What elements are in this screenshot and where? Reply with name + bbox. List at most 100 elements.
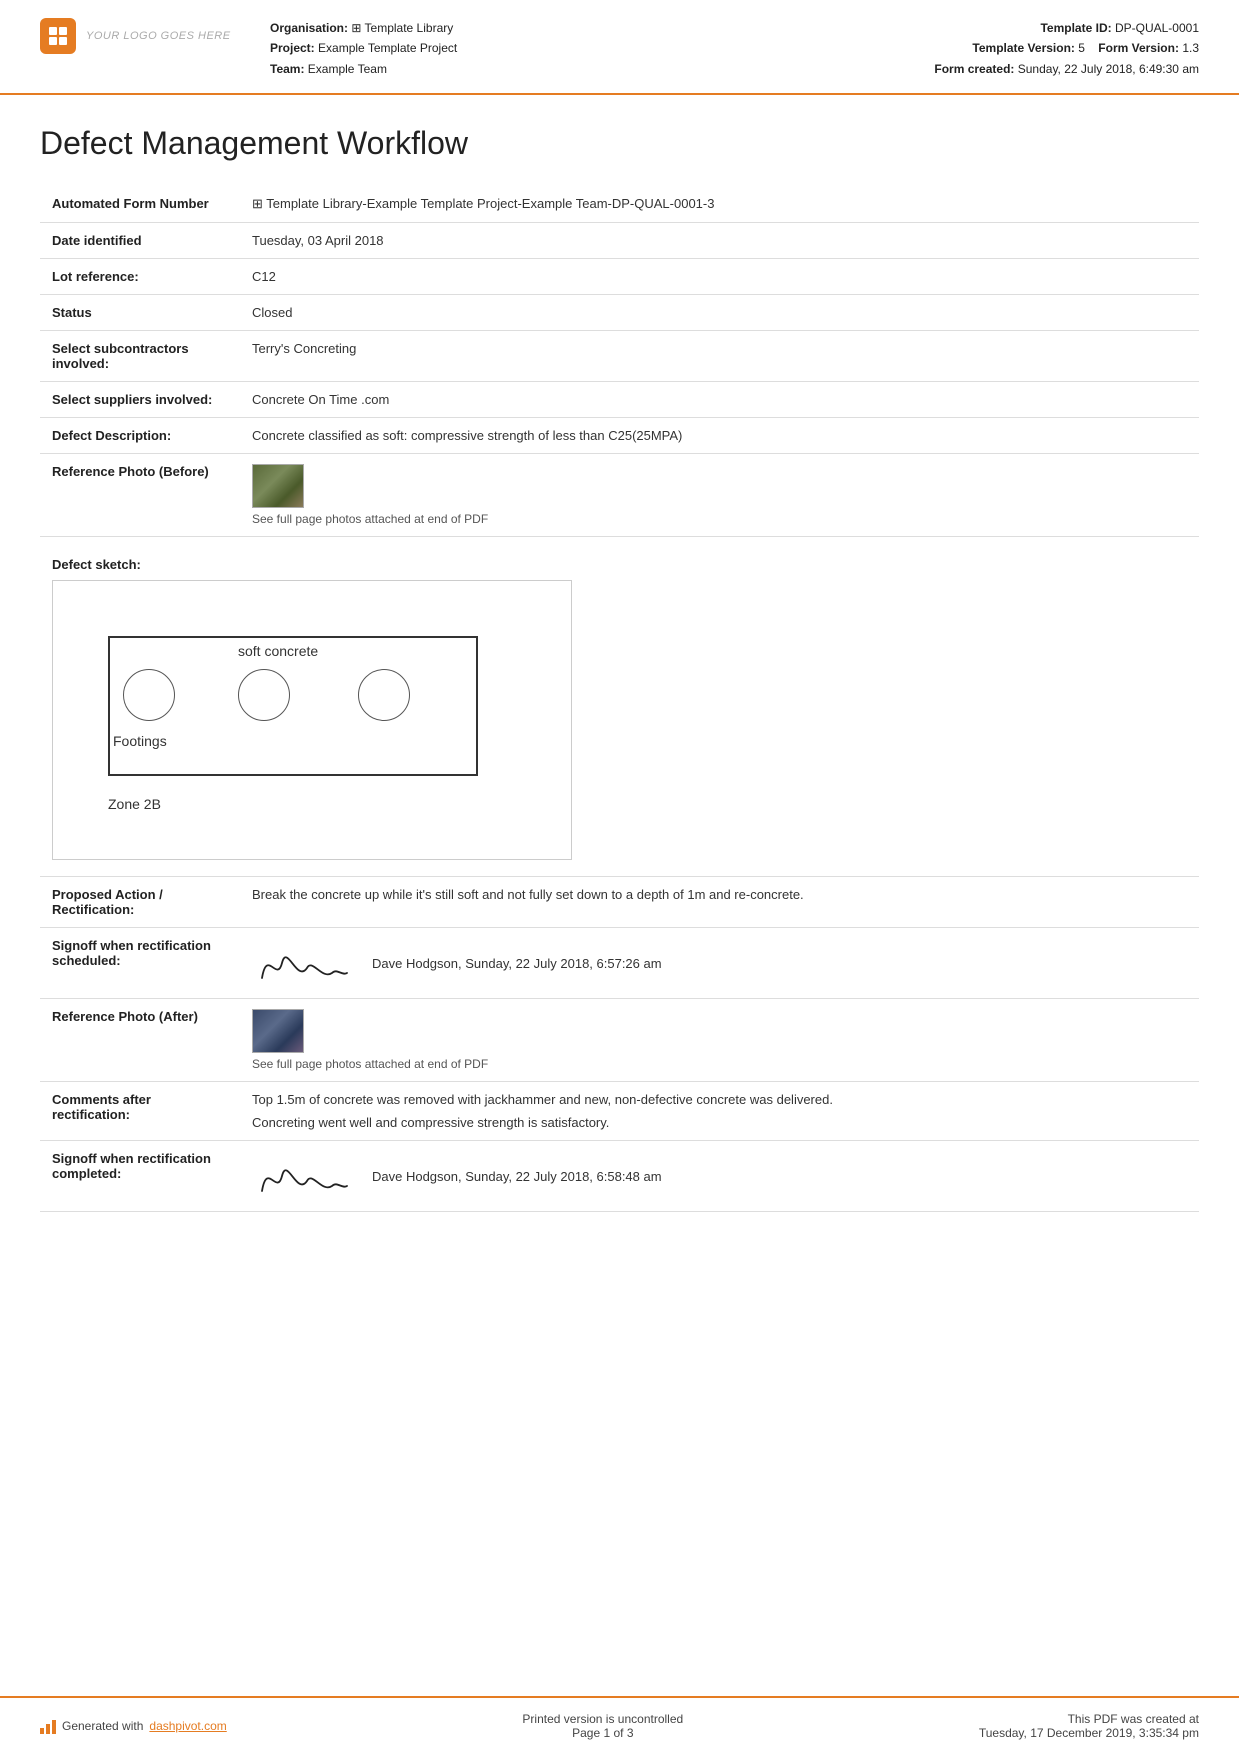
sketch-circle-1 — [123, 669, 175, 721]
bar-1 — [40, 1728, 44, 1734]
signoff-scheduled-row: Signoff when rectification scheduled: Da… — [40, 928, 1199, 999]
sketch-circle-3 — [358, 669, 410, 721]
automated-form-row: Automated Form Number ⊞ Template Library… — [40, 186, 1199, 223]
template-id-row: Template ID: DP-QUAL-0001 — [919, 18, 1199, 38]
logo-area: YOUR LOGO GOES HERE — [40, 18, 240, 54]
reference-photo-before-cell: See full page photos attached at end of … — [240, 454, 1199, 537]
dashpivot-bar-icon — [40, 1718, 56, 1734]
template-version-label: Template Version: — [972, 41, 1074, 55]
sketch-box: soft concrete Footings Zone 2B — [52, 580, 572, 860]
header-right: Template ID: DP-QUAL-0001 Template Versi… — [919, 18, 1199, 79]
form-version-value: 1.3 — [1182, 41, 1199, 55]
sketch-circle-2 — [238, 669, 290, 721]
pdf-created-label: This PDF was created at — [979, 1712, 1199, 1726]
logo-icon — [40, 18, 76, 54]
proposed-action-value: Break the concrete up while it's still s… — [240, 877, 1199, 928]
automated-form-value: ⊞ Template Library-Example Template Proj… — [240, 186, 1199, 223]
proposed-action-label: Proposed Action / Rectification: — [40, 877, 240, 928]
subcontractors-value: Terry's Concreting — [240, 331, 1199, 382]
signoff-completed-signature-area: Dave Hodgson, Sunday, 22 July 2018, 6:58… — [252, 1151, 1187, 1201]
form-created-label: Form created: — [934, 62, 1014, 76]
team-row: Team: Example Team — [270, 59, 919, 79]
suppliers-label: Select suppliers involved: — [40, 382, 240, 418]
team-label: Team: — [270, 62, 304, 76]
signoff-scheduled-label: Signoff when rectification scheduled: — [40, 928, 240, 999]
comments-after-row: Comments after rectification: Top 1.5m o… — [40, 1082, 1199, 1141]
comments-after-cell: Top 1.5m of concrete was removed with ja… — [240, 1082, 1199, 1141]
comments-after-label: Comments after rectification: — [40, 1082, 240, 1141]
status-value: Closed — [240, 295, 1199, 331]
defect-description-value: Concrete classified as soft: compressive… — [240, 418, 1199, 454]
form-created-row: Form created: Sunday, 22 July 2018, 6:49… — [919, 59, 1199, 79]
defect-sketch-label: Defect sketch: — [52, 557, 1187, 572]
signoff-scheduled-signature-area: Dave Hodgson, Sunday, 22 July 2018, 6:57… — [252, 938, 1187, 988]
reference-photo-after-row: Reference Photo (After) See full page ph… — [40, 999, 1199, 1082]
form-created-value: Sunday, 22 July 2018, 6:49:30 am — [1018, 62, 1199, 76]
sketch-footings-text: Footings — [113, 733, 167, 749]
proposed-action-row: Proposed Action / Rectification: Break t… — [40, 877, 1199, 928]
defect-sketch-cell: Defect sketch: soft concrete Footings — [40, 537, 1199, 877]
sketch-soft-concrete-text: soft concrete — [238, 643, 318, 659]
generated-with-text: Generated with — [62, 1719, 143, 1733]
footer: Generated with dashpivot.com Printed ver… — [0, 1696, 1239, 1754]
version-row: Template Version: 5 Form Version: 1.3 — [919, 38, 1199, 58]
subcontractors-row: Select subcontractors involved: Terry's … — [40, 331, 1199, 382]
photo-after-caption: See full page photos attached at end of … — [252, 1057, 1187, 1071]
signoff-scheduled-person: Dave Hodgson, Sunday, 22 July 2018, 6:57… — [372, 956, 662, 971]
defect-description-label: Defect Description: — [40, 418, 240, 454]
project-row: Project: Example Template Project — [270, 38, 919, 58]
photo-before-thumbnail — [252, 464, 304, 508]
project-value: Example Template Project — [318, 41, 457, 55]
photo-after-image — [253, 1010, 303, 1052]
template-id-label: Template ID: — [1040, 21, 1111, 35]
subcontractors-label: Select subcontractors involved: — [40, 331, 240, 382]
signoff-completed-cell: Dave Hodgson, Sunday, 22 July 2018, 6:58… — [240, 1141, 1199, 1212]
lot-reference-label: Lot reference: — [40, 259, 240, 295]
organisation-label: Organisation: — [270, 21, 348, 35]
signoff-completed-label: Signoff when rectification completed: — [40, 1141, 240, 1212]
comments-after-value1: Top 1.5m of concrete was removed with ja… — [252, 1092, 1187, 1107]
document-title: Defect Management Workflow — [40, 125, 1199, 162]
signoff-scheduled-cell: Dave Hodgson, Sunday, 22 July 2018, 6:57… — [240, 928, 1199, 999]
form-table: Automated Form Number ⊞ Template Library… — [40, 186, 1199, 1212]
date-identified-value: Tuesday, 03 April 2018 — [240, 223, 1199, 259]
photo-before-caption: See full page photos attached at end of … — [252, 512, 1187, 526]
date-identified-row: Date identified Tuesday, 03 April 2018 — [40, 223, 1199, 259]
signoff-completed-row: Signoff when rectification completed: Da… — [40, 1141, 1199, 1212]
status-label: Status — [40, 295, 240, 331]
template-id-value: DP-QUAL-0001 — [1115, 21, 1199, 35]
reference-photo-before-label: Reference Photo (Before) — [40, 454, 240, 537]
template-version-value: 5 — [1078, 41, 1085, 55]
organisation-row: Organisation: ⊞ Template Library — [270, 18, 919, 38]
defect-sketch-row: Defect sketch: soft concrete Footings — [40, 537, 1199, 877]
team-value: Example Team — [308, 62, 387, 76]
comments-after-value2: Concreting went well and compressive str… — [252, 1115, 1187, 1130]
uncontrolled-text: Printed version is uncontrolled — [522, 1712, 683, 1726]
header: YOUR LOGO GOES HERE Organisation: ⊞ Temp… — [0, 0, 1239, 95]
bar-2 — [46, 1724, 50, 1734]
signature-completed-image — [252, 1151, 352, 1201]
main-content: Defect Management Workflow Automated For… — [0, 95, 1239, 1696]
footer-center: Printed version is uncontrolled Page 1 o… — [522, 1712, 683, 1740]
reference-photo-after-label: Reference Photo (After) — [40, 999, 240, 1082]
reference-photo-after-cell: See full page photos attached at end of … — [240, 999, 1199, 1082]
sketch-zone-text: Zone 2B — [108, 796, 161, 812]
dashpivot-link[interactable]: dashpivot.com — [149, 1719, 226, 1733]
footer-right: This PDF was created at Tuesday, 17 Dece… — [979, 1712, 1199, 1740]
footer-left: Generated with dashpivot.com — [40, 1718, 227, 1734]
defect-description-row: Defect Description: Concrete classified … — [40, 418, 1199, 454]
photo-before-image — [253, 465, 303, 507]
reference-photo-before-row: Reference Photo (Before) See full page p… — [40, 454, 1199, 537]
form-version-label: Form Version: — [1098, 41, 1179, 55]
lot-reference-value: C12 — [240, 259, 1199, 295]
signature-scheduled-image — [252, 938, 352, 988]
photo-after-thumbnail — [252, 1009, 304, 1053]
project-label: Project: — [270, 41, 315, 55]
page: YOUR LOGO GOES HERE Organisation: ⊞ Temp… — [0, 0, 1239, 1754]
suppliers-row: Select suppliers involved: Concrete On T… — [40, 382, 1199, 418]
suppliers-value: Concrete On Time .com — [240, 382, 1199, 418]
status-row: Status Closed — [40, 295, 1199, 331]
date-identified-label: Date identified — [40, 223, 240, 259]
automated-form-label: Automated Form Number — [40, 186, 240, 223]
organisation-value: ⊞ Template Library — [351, 21, 453, 35]
